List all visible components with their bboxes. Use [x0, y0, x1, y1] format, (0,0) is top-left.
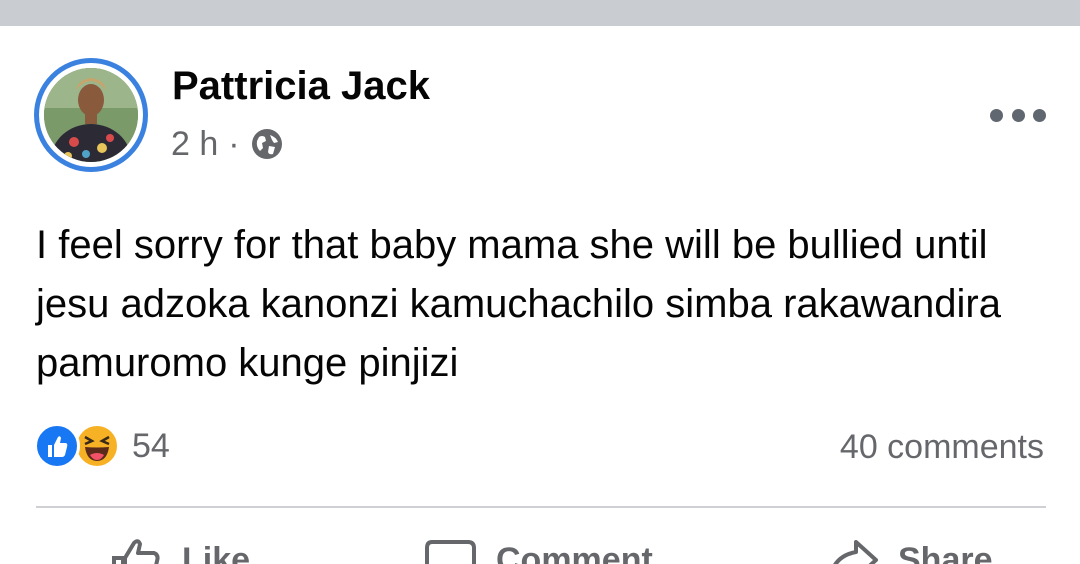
globe-icon: [250, 127, 284, 161]
more-options-button[interactable]: [990, 102, 1046, 128]
like-label: Like: [182, 540, 251, 564]
comments-count-link[interactable]: 40 comments: [840, 428, 1044, 467]
top-divider-strip: [0, 0, 1080, 26]
comment-label: Comment: [496, 540, 653, 564]
actions-divider: [36, 506, 1046, 508]
share-arrow-icon: [833, 540, 878, 564]
profile-avatar[interactable]: [34, 58, 148, 172]
meta-separator: ·: [228, 124, 240, 163]
more-dot-icon: [1033, 108, 1046, 122]
more-dot-icon: [990, 108, 1003, 122]
haha-reaction-icon: [74, 423, 120, 469]
share-label: Share: [898, 540, 993, 564]
more-dot-icon: [1011, 108, 1025, 122]
comment-bubble-icon: [425, 540, 476, 564]
reactions-summary[interactable]: 54: [34, 422, 170, 470]
share-button[interactable]: Share: [826, 540, 993, 564]
thumbs-up-icon: [112, 539, 160, 564]
post-card: Pattricia Jack 2 h · I feel sorry for th…: [0, 0, 1080, 564]
like-reaction-icon: [34, 423, 80, 469]
like-button[interactable]: Like: [110, 539, 251, 564]
avatar-photo: [44, 68, 138, 162]
reaction-count: 54: [132, 426, 170, 465]
post-meta: 2 h ·: [171, 124, 284, 164]
comment-button[interactable]: Comment: [424, 540, 653, 564]
post-text: I feel sorry for that baby mama she will…: [36, 223, 1001, 385]
author-name[interactable]: Pattricia Jack: [172, 64, 430, 109]
post-time[interactable]: 2 h: [171, 125, 218, 164]
